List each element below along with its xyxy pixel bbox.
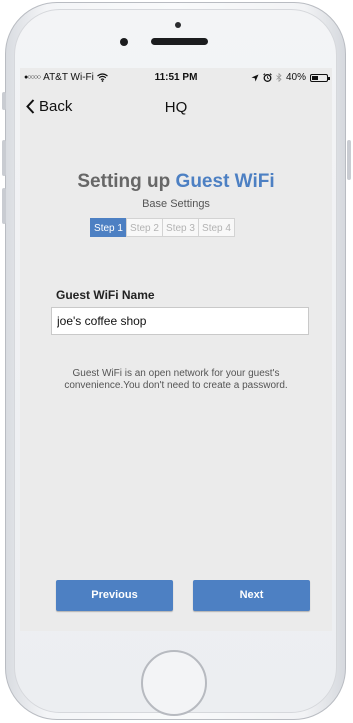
step-indicator: Step 1 Step 2 Step 3 Step 4	[90, 218, 235, 237]
step-4[interactable]: Step 4	[198, 218, 235, 237]
page-title-accent: Guest WiFi	[175, 171, 275, 192]
guest-wifi-name-input[interactable]	[51, 307, 309, 335]
page-title: Setting up Guest WiFi	[20, 171, 332, 193]
front-camera	[120, 38, 128, 46]
earpiece-speaker	[151, 38, 208, 45]
home-button[interactable]	[141, 650, 207, 716]
app-screen: ●○○○○ AT&T Wi-Fi 11:51 PM 40% Back HQ Se…	[20, 68, 332, 631]
guest-wifi-name-label: Guest WiFi Name	[56, 288, 155, 302]
silent-switch	[2, 92, 6, 110]
help-text: Guest WiFi is an open network for your g…	[20, 368, 332, 392]
battery-tip	[328, 76, 330, 80]
proximity-sensor	[175, 22, 181, 28]
step-3[interactable]: Step 3	[162, 218, 199, 237]
status-bar: ●○○○○ AT&T Wi-Fi 11:51 PM 40%	[20, 68, 332, 88]
battery-percent: 40%	[285, 72, 306, 83]
bluetooth-icon	[276, 73, 282, 82]
page-subtitle: Base Settings	[142, 198, 210, 210]
battery-icon	[310, 73, 330, 82]
navigation-bar: Back HQ	[20, 88, 332, 128]
power-button	[347, 140, 351, 180]
step-1[interactable]: Step 1	[90, 218, 127, 237]
nav-title: HQ	[164, 99, 188, 116]
volume-up-button	[2, 140, 6, 176]
page-title-prefix: Setting up	[77, 171, 171, 192]
status-right: 40%	[251, 72, 330, 83]
help-text-line-1: Guest WiFi is an open network for your g…	[72, 368, 280, 379]
next-button[interactable]: Next	[193, 580, 310, 611]
volume-down-button	[2, 188, 6, 224]
help-text-line-2: convenience.You don't need to create a p…	[64, 380, 288, 391]
step-2[interactable]: Step 2	[126, 218, 163, 237]
battery-level	[312, 75, 318, 80]
alarm-clock-icon	[263, 73, 272, 82]
location-arrow-icon	[251, 74, 259, 81]
previous-button[interactable]: Previous	[56, 580, 173, 611]
